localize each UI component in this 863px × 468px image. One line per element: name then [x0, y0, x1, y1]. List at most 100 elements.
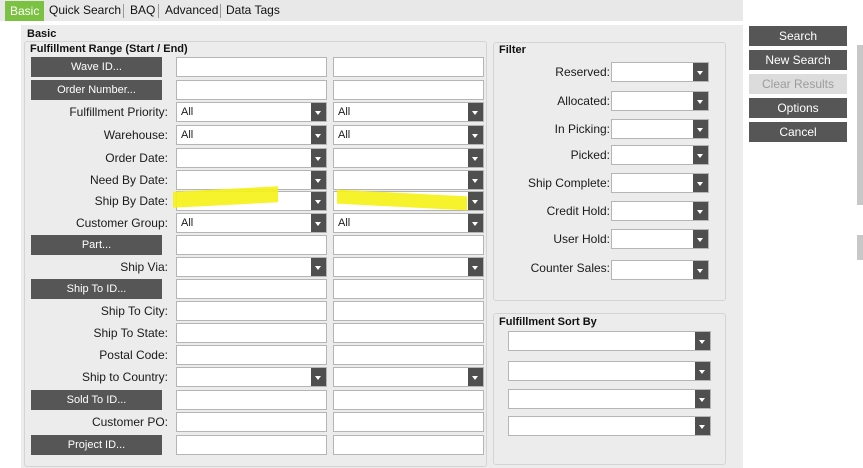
chevron-down-icon[interactable] — [311, 126, 326, 144]
chevron-down-icon[interactable] — [693, 230, 708, 248]
ship-to-country-end-combo[interactable] — [333, 367, 484, 387]
tab-advanced[interactable]: Advanced — [160, 0, 223, 21]
postal-code-start-input[interactable] — [176, 345, 327, 365]
chevron-down-icon[interactable] — [693, 174, 708, 192]
tab-data-tags[interactable]: Data Tags — [221, 0, 285, 21]
tab-quick-search[interactable]: Quick Search — [44, 0, 126, 21]
in-picking-combo[interactable] — [611, 119, 709, 139]
chevron-down-icon[interactable] — [468, 258, 483, 276]
wave-id-start-input[interactable] — [176, 57, 327, 77]
chevron-down-icon[interactable] — [468, 171, 483, 189]
picked-combo[interactable] — [611, 145, 709, 165]
ship-to-id-start-input[interactable] — [176, 279, 327, 299]
cancel-button[interactable]: Cancel — [749, 122, 847, 142]
chevron-down-icon[interactable] — [311, 192, 326, 210]
ship-complete-combo[interactable] — [611, 173, 709, 193]
chevron-down-icon[interactable] — [311, 103, 326, 121]
fulfillment-priority-start-combo[interactable]: All — [176, 102, 327, 122]
tab-baq[interactable]: BAQ — [125, 0, 160, 21]
combo-value: All — [181, 217, 194, 229]
sold-to-id-end-input[interactable] — [333, 390, 484, 410]
tab-basic[interactable]: Basic — [5, 1, 45, 21]
chevron-down-icon[interactable] — [311, 258, 326, 276]
customer-group-start-combo[interactable]: All — [176, 213, 327, 233]
chevron-down-icon[interactable] — [468, 214, 483, 232]
sort-by-combo-3[interactable] — [508, 389, 711, 409]
project-id-end-input[interactable] — [333, 435, 484, 455]
part-end-input[interactable] — [333, 235, 484, 255]
options-button[interactable]: Options — [749, 98, 847, 118]
sort-by-combo-4[interactable] — [508, 416, 711, 436]
customer-po-end-input[interactable] — [333, 412, 484, 432]
warehouse-end-combo[interactable]: All — [333, 125, 484, 145]
ship-to-state-start-input[interactable] — [176, 323, 327, 343]
project-id-start-input[interactable] — [176, 435, 327, 455]
chevron-down-icon[interactable] — [693, 92, 708, 110]
order-date-start-picker[interactable] — [176, 148, 327, 168]
credit-hold-combo[interactable] — [611, 201, 709, 221]
chevron-down-icon[interactable] — [693, 261, 708, 279]
chevron-down-icon[interactable] — [468, 192, 483, 210]
customer-group-end-combo[interactable]: All — [333, 213, 484, 233]
user-hold-combo[interactable] — [611, 229, 709, 249]
ship-to-country-start-combo[interactable] — [176, 367, 327, 387]
ship-to-state-end-input[interactable] — [333, 323, 484, 343]
customer-po-start-input[interactable] — [176, 412, 327, 432]
chevron-down-icon[interactable] — [311, 214, 326, 232]
user-hold-label: User Hold: — [553, 232, 610, 246]
ship-via-start-combo[interactable] — [176, 257, 327, 277]
order-number-start-input[interactable] — [176, 80, 327, 100]
ship-via-label: Ship Via: — [120, 260, 168, 274]
chevron-down-icon[interactable] — [693, 146, 708, 164]
chevron-down-icon[interactable] — [693, 202, 708, 220]
ship-complete-label: Ship Complete: — [527, 176, 610, 190]
chevron-down-icon[interactable] — [311, 171, 326, 189]
ship-to-city-end-input[interactable] — [333, 301, 484, 321]
warehouse-start-combo[interactable]: All — [176, 125, 327, 145]
order-number-button[interactable]: Order Number... — [31, 80, 162, 100]
chevron-down-icon[interactable] — [695, 362, 710, 380]
new-search-button[interactable]: New Search — [749, 50, 847, 70]
sort-by-combo-1[interactable] — [508, 331, 711, 351]
tab-strip: Basic Quick Search BAQ Advanced Data Tag… — [0, 0, 743, 21]
warehouse-label: Warehouse: — [103, 128, 168, 142]
order-date-end-picker[interactable] — [333, 148, 484, 168]
basic-panel: Basic Fulfillment Range (Start / End) Wa… — [21, 25, 743, 468]
wave-id-end-input[interactable] — [333, 57, 484, 77]
scrollbar-segment[interactable] — [857, 235, 863, 260]
need-by-date-end-picker[interactable] — [333, 170, 484, 190]
chevron-down-icon[interactable] — [311, 368, 326, 386]
chevron-down-icon[interactable] — [468, 149, 483, 167]
ship-to-id-end-input[interactable] — [333, 279, 484, 299]
postal-code-end-input[interactable] — [333, 345, 484, 365]
clear-results-button[interactable]: Clear Results — [749, 74, 847, 94]
part-button[interactable]: Part... — [31, 235, 162, 255]
chevron-down-icon[interactable] — [695, 332, 710, 350]
ship-to-id-button[interactable]: Ship To ID... — [31, 279, 162, 299]
sort-by-combo-2[interactable] — [508, 361, 711, 381]
fulfillment-priority-end-combo[interactable]: All — [333, 102, 484, 122]
chevron-down-icon[interactable] — [693, 63, 708, 81]
counter-sales-combo[interactable] — [611, 260, 709, 280]
chevron-down-icon[interactable] — [693, 120, 708, 138]
project-id-button[interactable]: Project ID... — [31, 435, 162, 455]
search-button[interactable]: Search — [749, 26, 847, 46]
chevron-down-icon[interactable] — [468, 368, 483, 386]
reserved-combo[interactable] — [611, 62, 709, 82]
combo-value: All — [338, 217, 351, 229]
wave-id-button[interactable]: Wave ID... — [31, 57, 162, 77]
chevron-down-icon[interactable] — [311, 149, 326, 167]
scrollbar[interactable] — [857, 45, 863, 205]
panel-title: Basic — [27, 28, 57, 40]
order-number-end-input[interactable] — [333, 80, 484, 100]
ship-via-end-combo[interactable] — [333, 257, 484, 277]
chevron-down-icon[interactable] — [695, 390, 710, 408]
sold-to-id-start-input[interactable] — [176, 390, 327, 410]
chevron-down-icon[interactable] — [468, 126, 483, 144]
chevron-down-icon[interactable] — [695, 417, 710, 435]
part-start-input[interactable] — [176, 235, 327, 255]
ship-to-city-start-input[interactable] — [176, 301, 327, 321]
chevron-down-icon[interactable] — [468, 103, 483, 121]
allocated-combo[interactable] — [611, 91, 709, 111]
sold-to-id-button[interactable]: Sold To ID... — [31, 390, 162, 410]
